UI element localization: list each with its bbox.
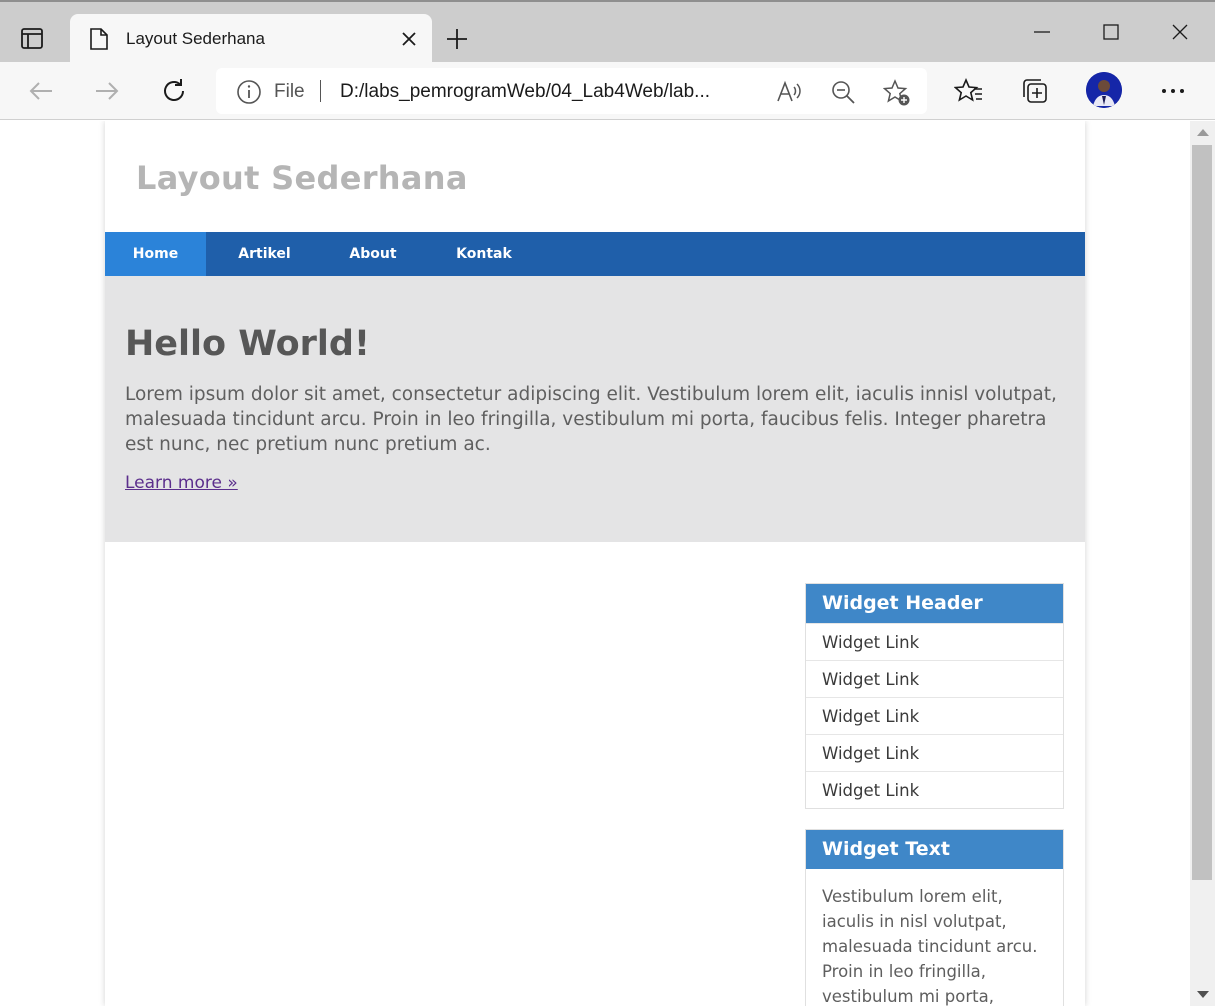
- nav-item-about[interactable]: About: [323, 232, 423, 276]
- favorites-icon[interactable]: [953, 76, 984, 110]
- widget-link[interactable]: Widget Link: [806, 660, 1063, 697]
- main-nav: Home Artikel About Kontak: [105, 232, 1085, 276]
- widget-text: Widget Text Vestibulum lorem elit, iacul…: [805, 829, 1064, 1006]
- vertical-scrollbar[interactable]: [1190, 121, 1215, 1006]
- nav-item-kontak[interactable]: Kontak: [423, 232, 545, 276]
- back-icon[interactable]: [26, 76, 56, 110]
- collections-icon[interactable]: [1020, 76, 1050, 110]
- browser-tab[interactable]: Layout Sederhana: [70, 14, 432, 64]
- more-options-icon[interactable]: [1158, 76, 1188, 110]
- scroll-down-arrow-icon[interactable]: [1197, 991, 1209, 998]
- address-scheme: File: [274, 81, 305, 102]
- widget-link[interactable]: Widget Link: [806, 697, 1063, 734]
- site-title: Layout Sederhana: [136, 159, 468, 197]
- browser-toolbar: File D:/labs_pemrogramWeb/04_Lab4Web/lab…: [0, 62, 1215, 120]
- new-tab-icon[interactable]: [444, 26, 470, 56]
- address-url[interactable]: D:/labs_pemrogramWeb/04_Lab4Web/lab...: [340, 81, 710, 103]
- learn-more-link[interactable]: Learn more »: [125, 473, 238, 493]
- page-viewport: Layout Sederhana Home Artikel About Kont…: [0, 121, 1190, 1006]
- browser-tab-bar: Layout Sederhana: [0, 0, 1215, 64]
- address-separator: [320, 80, 321, 102]
- profile-avatar[interactable]: [1086, 72, 1122, 108]
- scrollbar-thumb[interactable]: [1192, 145, 1212, 880]
- hero-text: Lorem ipsum dolor sit amet, consectetur …: [125, 384, 1057, 455]
- site-header: Layout Sederhana: [105, 121, 1085, 232]
- refresh-icon[interactable]: [159, 76, 189, 110]
- minimize-icon[interactable]: [1032, 22, 1052, 46]
- tab-title: Layout Sederhana: [126, 29, 265, 48]
- nav-item-home[interactable]: Home: [105, 232, 206, 276]
- widget-links: Widget Header Widget Link Widget Link Wi…: [805, 583, 1064, 809]
- nav-item-artikel[interactable]: Artikel: [206, 232, 323, 276]
- page-icon: [88, 27, 110, 55]
- address-bar[interactable]: File D:/labs_pemrogramWeb/04_Lab4Web/lab…: [216, 68, 927, 114]
- maximize-icon[interactable]: [1101, 22, 1121, 46]
- scroll-up-arrow-icon[interactable]: [1197, 129, 1209, 136]
- hero-title: Hello World!: [125, 324, 370, 364]
- close-tab-icon[interactable]: [400, 30, 418, 52]
- hero-section: Hello World! Lorem ipsum dolor sit amet,…: [105, 276, 1085, 542]
- page-container: Layout Sederhana Home Artikel About Kont…: [105, 121, 1085, 1006]
- widget-link[interactable]: Widget Link: [806, 771, 1063, 808]
- widget-text-body: Vestibulum lorem elit, iaculis in nisl v…: [822, 887, 1038, 1006]
- tab-actions-icon[interactable]: [18, 26, 46, 52]
- widget-text-header: Widget Text: [806, 830, 1063, 869]
- read-aloud-icon[interactable]: [776, 79, 804, 109]
- info-icon[interactable]: [236, 79, 262, 109]
- widget-header: Widget Header: [806, 584, 1063, 623]
- widget-link[interactable]: Widget Link: [806, 734, 1063, 771]
- add-favorite-icon[interactable]: [882, 79, 911, 111]
- widget-link[interactable]: Widget Link: [806, 623, 1063, 660]
- close-window-icon[interactable]: [1170, 22, 1190, 46]
- zoom-out-icon[interactable]: [830, 79, 856, 109]
- forward-icon[interactable]: [92, 76, 122, 110]
